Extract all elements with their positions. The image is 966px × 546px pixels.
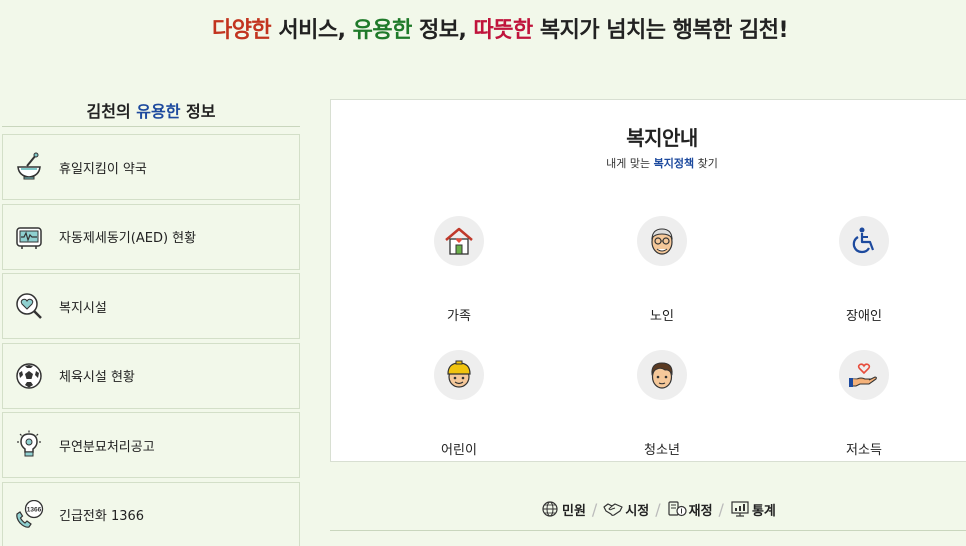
info-item-label: 무연분묘처리공고: [59, 439, 155, 455]
house-heart-icon: [434, 216, 484, 266]
welfare-subtitle-prefix: 내게 맞는: [606, 157, 654, 170]
wheelchair-icon: [839, 216, 889, 266]
monitor-chart-icon: [731, 501, 749, 517]
info-item-aed-status[interactable]: 자동제세동기(AED) 현황: [2, 203, 300, 270]
link-label: 재정: [688, 503, 713, 519]
info-item-sports-facilities[interactable]: 체육시설 현황: [2, 342, 300, 409]
mortar-pestle-icon: [14, 152, 44, 182]
link-label: 통계: [751, 503, 776, 519]
link-separator: /: [655, 499, 661, 519]
welfare-category-label: 장애인: [846, 309, 882, 324]
welfare-category-label: 가족: [447, 309, 471, 324]
bottom-divider: [330, 530, 966, 531]
globe-icon: [542, 501, 558, 517]
welfare-guide-panel: 복지안내 내게 맞는 복지정책 찾기 가족 노인 장애인 어린이 청소년 저소득: [330, 99, 966, 462]
headline-services: 서비스,: [271, 18, 353, 43]
handshake-icon: [603, 503, 623, 516]
welfare-guide-title: 복지안내: [626, 126, 698, 150]
hand-heart-icon: [839, 350, 889, 400]
welfare-subtitle-highlight: 복지정책: [653, 157, 695, 170]
info-item-label: 긴급전화 1366: [59, 509, 145, 524]
welfare-category-youth[interactable]: 청소년: [602, 350, 722, 458]
welfare-category-label: 저소득: [846, 443, 882, 458]
welfare-guide-subtitle: 내게 맞는 복지정책 찾기: [331, 155, 966, 171]
elderly-face-icon: [637, 216, 687, 266]
lightbulb-icon: [14, 430, 44, 460]
welfare-category-low-income[interactable]: 저소득: [804, 350, 924, 458]
welfare-category-label: 노인: [650, 309, 674, 324]
bottom-quick-links: 민원 / 시정 / 재정 / 통계: [540, 497, 776, 521]
useful-info-title-highlight: 유용한: [136, 102, 181, 121]
headline-welfare: 복지가 넘치는 행복한 김천!: [532, 18, 789, 43]
link-separator: /: [591, 499, 598, 519]
link-finance[interactable]: 재정: [667, 500, 713, 519]
info-item-welfare-facilities[interactable]: 복지시설: [2, 273, 300, 339]
link-label: 시정: [625, 503, 650, 519]
page-headline: 다양한 서비스, 유용한 정보, 따뜻한 복지가 넘치는 행복한 김천!: [0, 12, 966, 44]
info-item-label: 휴일지킴이 약국: [59, 161, 147, 177]
phone-badge-text: 1366: [27, 506, 42, 513]
useful-info-title-suffix: 정보: [180, 102, 216, 121]
useful-info-divider: [2, 126, 300, 127]
link-statistics[interactable]: 통계: [730, 500, 776, 519]
useful-info-title-prefix: 김천의: [86, 102, 137, 121]
welfare-category-children[interactable]: 어린이: [399, 350, 519, 458]
useful-info-list: 휴일지킴이 약국 자동제세동기(AED) 현황 복지시설 체육시설 현황 무연분…: [2, 134, 300, 546]
welfare-subtitle-suffix: 찾기: [694, 157, 718, 170]
welfare-category-elderly[interactable]: 노인: [602, 216, 722, 324]
link-city-affairs[interactable]: 시정: [603, 500, 649, 519]
link-separator: /: [718, 499, 724, 519]
headline-useful: 유용한: [352, 18, 413, 43]
soccer-ball-icon: [14, 361, 44, 391]
heart-magnifier-icon: [14, 291, 44, 321]
welfare-category-disabled[interactable]: 장애인: [804, 216, 924, 324]
youth-face-icon: [637, 350, 687, 400]
headline-warm: 따뜻한: [473, 18, 533, 43]
link-label: 민원: [562, 503, 586, 519]
child-face-icon: [434, 350, 484, 400]
welfare-category-label: 청소년: [644, 443, 680, 458]
info-item-emergency-call-1366[interactable]: 1366 긴급전화 1366: [2, 481, 300, 546]
headline-diverse: 다양한: [211, 18, 272, 43]
info-item-label: 자동제세동기(AED) 현황: [59, 231, 197, 246]
phone-1366-icon: 1366: [14, 499, 44, 530]
useful-info-title: 김천의 유용한 정보: [0, 98, 302, 122]
info-item-grave-notice[interactable]: 무연분묘처리공고: [2, 412, 300, 478]
info-item-label: 체육시설 현황: [59, 370, 135, 385]
link-civil-service[interactable]: 민원: [540, 500, 586, 519]
info-item-holiday-pharmacy[interactable]: 휴일지킴이 약국: [2, 134, 300, 200]
welfare-category-family[interactable]: 가족: [399, 216, 519, 324]
welfare-category-label: 어린이: [441, 443, 477, 458]
defibrillator-icon: [14, 222, 44, 252]
info-item-label: 복지시설: [59, 300, 107, 316]
coins-icon: [668, 501, 687, 517]
headline-info: 정보,: [411, 18, 474, 43]
